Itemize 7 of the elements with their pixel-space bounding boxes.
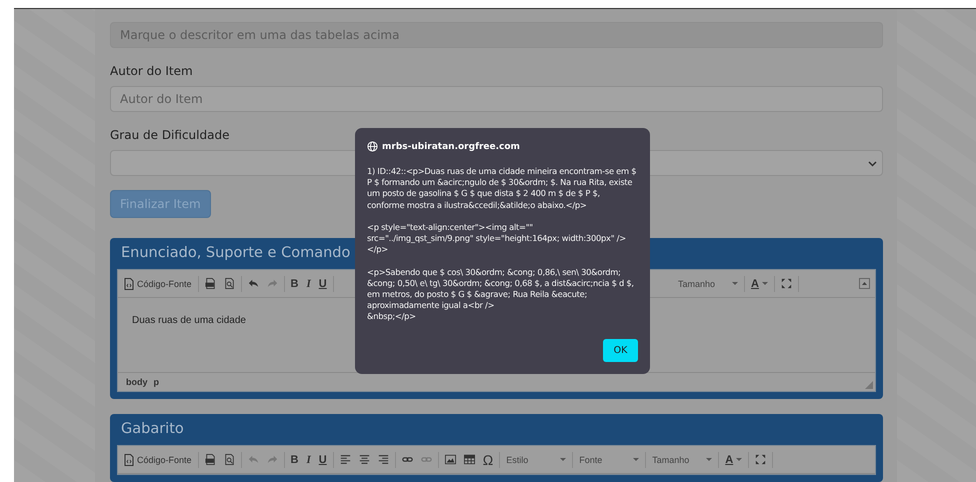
panel-title: Gabarito <box>120 420 185 439</box>
field-label: Autor do Item <box>110 64 194 78</box>
panel-title: Enunciado, Suporte e Comando <box>120 244 352 263</box>
field-label: Grau de Dificuldade <box>110 128 230 142</box>
dialog-origin: mrbs-ubiratan.orgfree.com <box>382 142 520 152</box>
dialog-message: 1) ID::42::<p>Duas ruas de uma cidade mineira encontram-se em $ P $ formando um &acirc;ngulo de $ 30&ordm; $. Na rua Rita, existe um posto de gasolina $ G $ que dista $ 2 400 m $ de $ P $, conforme mostra a ilustra&ccedil;&atilde;o abaixo.</p> <p style="text-align:center"><img alt="" src="../img_qst_sim/9.png" style="height:164px; width:300px" /></p> <p>Sabendo que $ cos\ 30&ordm; &cong; 0,86,\ sen\ 30&ordm; &cong; 0,50\ e\ tg\ 30&ordm; &cong; 0,68 $, a dist&acirc;ncia $ d $, em metros, do posto $ G $ &agrave; Rua Reila &eacute; aproximadamente igual a<br /> &nbsp;</p> <box>367 166 638 323</box>
editor-text: Duas ruas de uma cidade <box>132 315 246 326</box>
